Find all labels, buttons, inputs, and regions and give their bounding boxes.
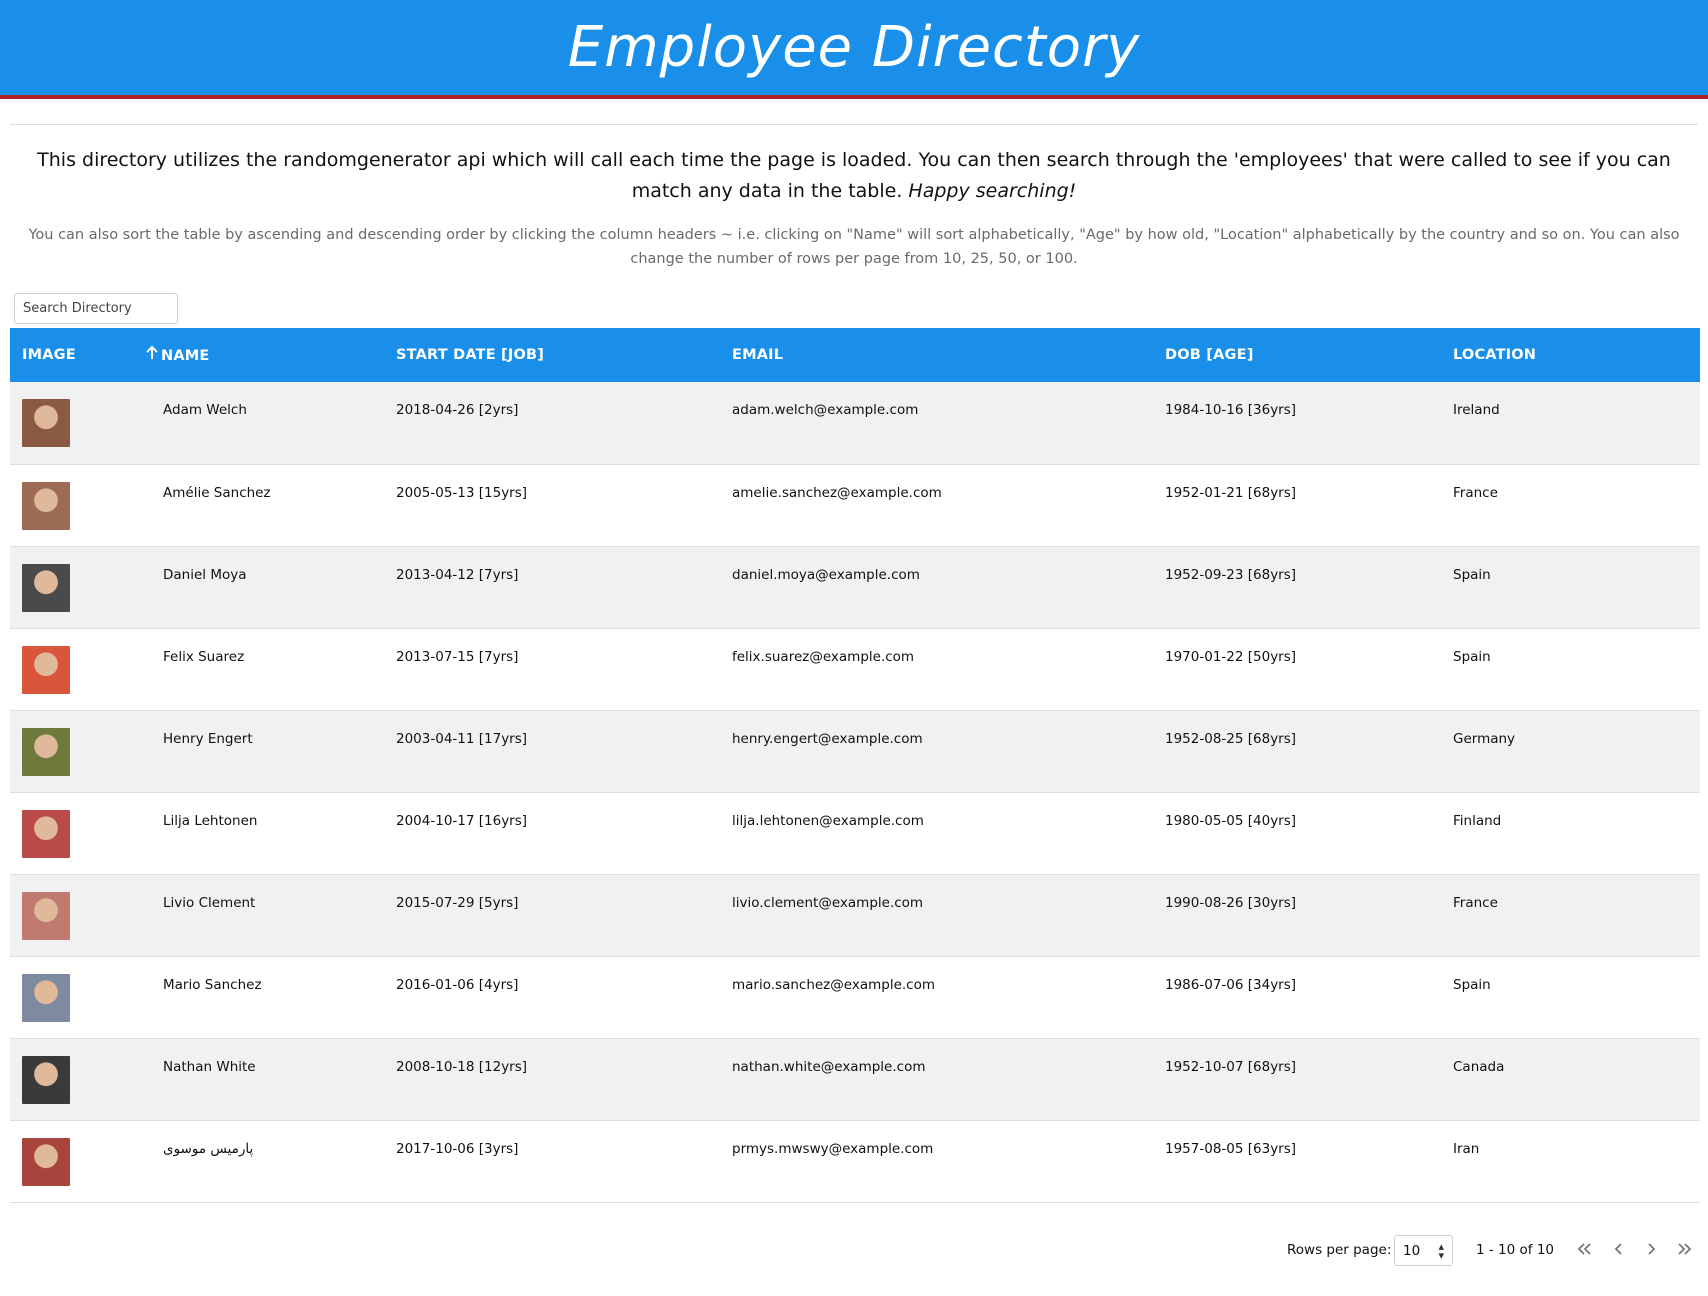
- column-header-start-date[interactable]: START DATE [JOB]: [384, 328, 720, 382]
- avatar: [22, 481, 70, 530]
- cell-start-date: 2013-07-15 [7yrs]: [396, 648, 519, 665]
- rows-per-page-label: Rows per page:: [1287, 1242, 1392, 1258]
- cell-dob: 1986-07-06 [34yrs]: [1165, 976, 1297, 993]
- table-row: Mario Sanchez 2016-01-06 [4yrs] mario.sa…: [10, 956, 1700, 1038]
- cell-start-date: 2003-04-11 [17yrs]: [396, 730, 528, 747]
- avatar: [22, 891, 70, 940]
- pagination-range: 1 - 10 of 10: [1476, 1242, 1554, 1258]
- select-caret-icon: ▴ ▾: [1438, 1240, 1444, 1262]
- cell-email: felix.suarez@example.com: [732, 648, 915, 665]
- cell-dob: 1952-09-23 [68yrs]: [1165, 566, 1297, 583]
- avatar: [22, 727, 70, 776]
- table-row: پارمیس موسوی 2017-10-06 [3yrs] prmys.mws…: [10, 1120, 1700, 1202]
- cell-location: Finland: [1453, 812, 1502, 829]
- page-header: Employee Directory: [0, 0, 1708, 99]
- cell-email: nathan.white@example.com: [732, 1058, 926, 1075]
- rows-per-page-select[interactable]: 10 ▴ ▾: [1394, 1235, 1453, 1266]
- cell-location: France: [1453, 484, 1498, 501]
- intro-text: This directory utilizes the randomgenera…: [10, 145, 1698, 207]
- avatar: [22, 973, 70, 1022]
- intro-emphasis: Happy searching!: [908, 180, 1077, 202]
- table-row: Livio Clement 2015-07-29 [5yrs] livio.cl…: [10, 874, 1700, 956]
- table-header: IMAGE NAME START DATE [JOB] EMAIL DOB [A…: [10, 328, 1700, 382]
- column-header-dob[interactable]: DOB [AGE]: [1153, 328, 1441, 382]
- cell-name: Livio Clement: [163, 894, 256, 911]
- cell-email: adam.welch@example.com: [732, 402, 919, 418]
- cell-location: Spain: [1453, 566, 1491, 583]
- employee-table: IMAGE NAME START DATE [JOB] EMAIL DOB [A…: [10, 328, 1700, 1203]
- next-page-icon[interactable]: [1639, 1236, 1663, 1262]
- sort-instructions: You can also sort the table by ascending…: [28, 227, 1680, 267]
- cell-name: Adam Welch: [163, 402, 247, 418]
- cell-name: Lilja Lehtonen: [163, 812, 258, 829]
- cell-start-date: 2004-10-17 [16yrs]: [396, 812, 528, 829]
- table-row: Henry Engert 2003-04-11 [17yrs] henry.en…: [10, 710, 1700, 792]
- table-row: Felix Suarez 2013-07-15 [7yrs] felix.sua…: [10, 628, 1700, 710]
- avatar: [22, 399, 70, 447]
- search-input[interactable]: [14, 293, 178, 324]
- previous-page-icon[interactable]: [1607, 1236, 1631, 1262]
- cell-dob: 1990-08-26 [30yrs]: [1165, 894, 1297, 911]
- cell-name: Amélie Sanchez: [163, 484, 271, 501]
- arrow-up-icon: [145, 345, 161, 364]
- cell-start-date: 2016-01-06 [4yrs]: [396, 976, 519, 993]
- page-title: Employee Directory: [567, 15, 1141, 80]
- avatar: [22, 1137, 70, 1186]
- first-page-icon[interactable]: [1573, 1236, 1597, 1262]
- cell-name: Daniel Moya: [163, 566, 247, 583]
- column-header-name-label: NAME: [161, 348, 210, 364]
- avatar: [22, 809, 70, 858]
- cell-name: Nathan White: [163, 1058, 256, 1075]
- table-body: Adam Welch 2018-04-26 [2yrs] adam.welch@…: [10, 382, 1700, 1202]
- cell-dob: 1980-05-05 [40yrs]: [1165, 812, 1297, 829]
- column-header-location[interactable]: LOCATION: [1441, 328, 1700, 382]
- table-row: Adam Welch 2018-04-26 [2yrs] adam.welch@…: [10, 382, 1700, 464]
- cell-dob: 1952-10-07 [68yrs]: [1165, 1058, 1297, 1075]
- cell-dob: 1957-08-05 [63yrs]: [1165, 1140, 1297, 1157]
- cell-start-date: 2008-10-18 [12yrs]: [396, 1058, 528, 1075]
- table-row: Daniel Moya 2013-04-12 [7yrs] daniel.moy…: [10, 546, 1700, 628]
- cell-location: Germany: [1453, 730, 1516, 747]
- cell-location: Spain: [1453, 648, 1491, 665]
- avatar: [22, 563, 70, 612]
- cell-name: Felix Suarez: [163, 648, 245, 665]
- cell-start-date: 2013-04-12 [7yrs]: [396, 566, 519, 583]
- last-page-icon[interactable]: [1672, 1236, 1696, 1262]
- cell-location: France: [1453, 894, 1498, 911]
- table-row: Amélie Sanchez 2005-05-13 [15yrs] amelie…: [10, 464, 1700, 546]
- cell-name: پارمیس موسوی: [163, 1140, 254, 1157]
- table-row: Lilja Lehtonen 2004-10-17 [16yrs] lilja.…: [10, 792, 1700, 874]
- cell-location: Canada: [1453, 1058, 1505, 1075]
- column-header-email[interactable]: EMAIL: [720, 328, 1153, 382]
- cell-email: daniel.moya@example.com: [732, 566, 920, 583]
- intro-body: This directory utilizes the randomgenera…: [37, 149, 1671, 202]
- cell-start-date: 2017-10-06 [3yrs]: [396, 1140, 519, 1157]
- cell-name: Mario Sanchez: [163, 976, 262, 993]
- column-header-image[interactable]: IMAGE: [10, 328, 133, 382]
- cell-name: Henry Engert: [163, 730, 253, 747]
- rows-per-page-value: 10: [1403, 1243, 1421, 1259]
- divider: [10, 124, 1698, 125]
- cell-email: lilja.lehtonen@example.com: [732, 812, 924, 829]
- column-header-name[interactable]: NAME: [133, 328, 384, 382]
- cell-start-date: 2005-05-13 [15yrs]: [396, 484, 528, 501]
- cell-dob: 1984-10-16 [36yrs]: [1165, 402, 1297, 418]
- cell-start-date: 2015-07-29 [5yrs]: [396, 894, 519, 911]
- cell-start-date: 2018-04-26 [2yrs]: [396, 402, 519, 418]
- cell-dob: 1952-01-21 [68yrs]: [1165, 484, 1297, 501]
- cell-location: Spain: [1453, 976, 1491, 993]
- table-row: Nathan White 2008-10-18 [12yrs] nathan.w…: [10, 1038, 1700, 1120]
- cell-location: Iran: [1453, 1140, 1480, 1157]
- cell-dob: 1970-01-22 [50yrs]: [1165, 648, 1297, 665]
- cell-email: livio.clement@example.com: [732, 894, 924, 911]
- cell-email: amelie.sanchez@example.com: [732, 484, 942, 501]
- avatar: [22, 1055, 70, 1104]
- cell-email: prmys.mwswy@example.com: [732, 1140, 934, 1157]
- cell-location: Ireland: [1453, 402, 1500, 418]
- avatar: [22, 645, 70, 694]
- cell-email: mario.sanchez@example.com: [732, 976, 936, 993]
- cell-email: henry.engert@example.com: [732, 730, 923, 747]
- cell-dob: 1952-08-25 [68yrs]: [1165, 730, 1297, 747]
